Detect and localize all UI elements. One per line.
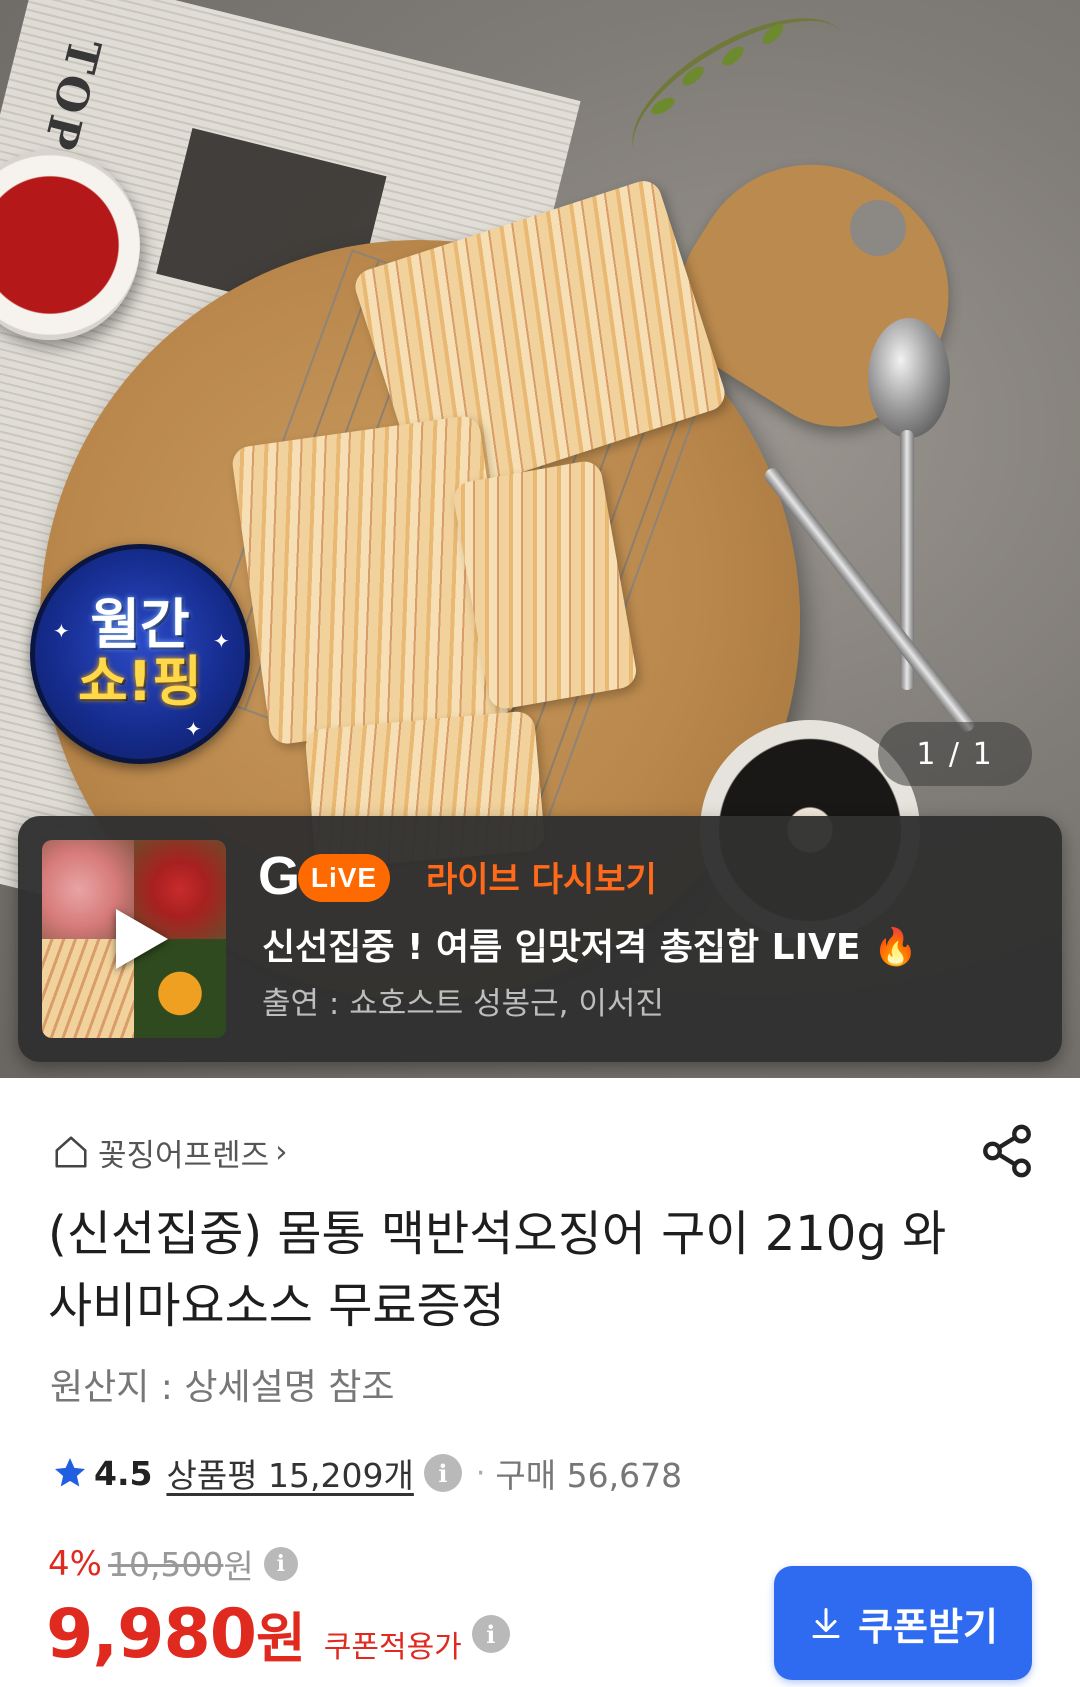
info-icon[interactable]: i: [471, 1615, 510, 1653]
spoon: [868, 318, 950, 438]
live-thumbnail[interactable]: [42, 840, 226, 1038]
info-icon[interactable]: i: [423, 1454, 462, 1492]
rating-score: 4.5: [94, 1453, 153, 1493]
info-icon[interactable]: i: [263, 1547, 298, 1581]
product-title: (신선집중) 몸통 맥반석오징어 구이 210g 와사비마요소스 무료증정: [48, 1206, 947, 1334]
live-title: 신선집중 ! 여름 입맛저격 총집합 LIVE 🔥: [262, 927, 918, 968]
original-price-unit: 원: [223, 1547, 254, 1586]
board-hole: [850, 200, 906, 256]
get-coupon-button[interactable]: 쿠폰받기: [774, 1566, 1032, 1680]
sparkle-icon: ✦: [53, 619, 70, 643]
store-name: 꽃징어프렌즈: [98, 1137, 270, 1174]
coupon-applied-label: 쿠폰적용가: [323, 1630, 462, 1665]
final-price: 9,980: [46, 1595, 257, 1674]
live-cast: 출연 : 쇼호스트 성봉근, 이서진: [262, 986, 664, 1022]
play-icon[interactable]: [116, 909, 168, 969]
store-link[interactable]: 꽃징어프렌즈 ›: [52, 1130, 288, 1174]
price-row: 9,980 원 쿠폰적용가 i: [46, 1594, 510, 1674]
home-icon: [55, 1136, 87, 1168]
product-image[interactable]: TOP SEL ✦ ✦ ✦ 월간 쇼!핑 1 / 1 G LiVE: [0, 0, 1080, 1078]
final-price-unit: 원: [256, 1607, 306, 1670]
origin-info: 원산지 : 상세설명 참조: [50, 1367, 395, 1408]
sparkle-icon: ✦: [185, 717, 202, 741]
coupon-button-label: 쿠폰받기: [858, 1604, 998, 1649]
download-icon: [812, 1608, 840, 1638]
original-price: 10,500: [107, 1544, 224, 1584]
live-replay-label: 라이브 다시보기: [426, 860, 657, 900]
image-counter: 1 / 1: [878, 722, 1032, 786]
badge-text-bottom: 쇼!핑: [78, 650, 202, 713]
sparkle-icon: ✦: [213, 629, 230, 653]
g-live-logo: G LiVE: [258, 846, 398, 906]
share-icon[interactable]: [978, 1122, 1036, 1180]
rating-row: 4.5 상품평 15,209개 i · 구매 56,678: [52, 1448, 682, 1498]
purchase-count: 구매 56,678: [495, 1456, 683, 1495]
live-pill: LiVE: [298, 854, 390, 902]
live-replay-card[interactable]: G LiVE 라이브 다시보기 신선집중 ! 여름 입맛저격 총집합 LIVE …: [18, 816, 1062, 1062]
review-count-link[interactable]: 상품평 15,209개: [166, 1449, 413, 1497]
monthly-shopping-badge: ✦ ✦ ✦ 월간 쇼!핑: [30, 544, 250, 764]
chevron-right-icon: ›: [275, 1134, 288, 1170]
separator-dot: ·: [475, 1455, 486, 1491]
badge-text-top: 월간: [90, 593, 190, 657]
g-logo-letter: G: [258, 846, 301, 906]
star-icon: [55, 1458, 85, 1487]
discount-row: 4% 10,500 원 i: [48, 1540, 298, 1588]
discount-rate: 4%: [48, 1544, 102, 1584]
